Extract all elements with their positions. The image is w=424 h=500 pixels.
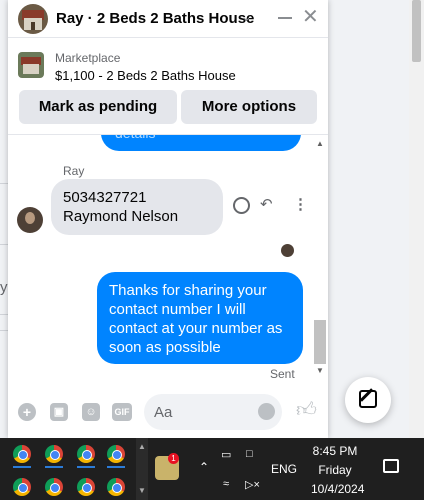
thread-scrollbar[interactable]: ▲ ▼	[314, 135, 326, 380]
composer: + ▣ ☺ GIF Aa 👍︎	[8, 390, 328, 438]
listing-item[interactable]: $1,100 - 2 Beds 2 Baths House	[55, 68, 236, 83]
background-page-left: y	[0, 0, 8, 438]
gif-icon[interactable]: GIF	[112, 403, 132, 421]
divider	[0, 314, 8, 315]
chevron-down-icon[interactable]: ⌄	[241, 9, 252, 25]
listing-label: Marketplace	[55, 51, 121, 65]
message-input-placeholder: Aa	[154, 404, 173, 421]
listing-avatar[interactable]	[18, 4, 48, 34]
active-indicator	[13, 466, 31, 468]
listing-panel: Marketplace $1,100 - 2 Beds 2 Baths Hous…	[8, 38, 328, 135]
taskbar-scrollbar[interactable]: ▲ ▼	[136, 438, 148, 500]
background-text-fragment: y	[0, 279, 8, 296]
scroll-down-icon[interactable]: ▼	[138, 486, 146, 495]
taskbar: ▲ ▼ 1 ⌃ ▭ □ ≈ ▷× ENG 8:45 PM Friday 10/4…	[0, 438, 424, 500]
reply-icon[interactable]: ↶	[260, 195, 273, 213]
chrome-icon[interactable]	[107, 445, 125, 463]
chrome-icon[interactable]	[13, 478, 31, 496]
minimize-icon[interactable]	[278, 17, 292, 19]
photo-icon[interactable]: ▣	[50, 403, 68, 421]
mark-as-pending-button[interactable]: Mark as pending	[19, 90, 177, 124]
listing-thumbnail[interactable]	[18, 52, 44, 78]
language-indicator[interactable]: ENG	[271, 462, 297, 476]
thumbs-up-icon[interactable]: 👍︎	[296, 398, 317, 422]
chrome-icon[interactable]	[77, 445, 95, 463]
active-indicator	[45, 466, 63, 468]
divider	[0, 330, 8, 331]
previous-message-bubble: details	[101, 135, 301, 151]
chrome-icon[interactable]	[77, 478, 95, 496]
clock-date[interactable]: 10/4/2024	[311, 482, 364, 496]
scroll-up-icon[interactable]: ▲	[316, 139, 324, 148]
sender-avatar[interactable]	[17, 207, 43, 233]
plus-icon[interactable]: +	[18, 403, 36, 421]
chrome-icon[interactable]	[45, 445, 63, 463]
emoji-icon[interactable]	[258, 403, 275, 420]
chat-title[interactable]: Ray · 2 Beds 2 Baths House	[56, 10, 254, 27]
message-status: Sent	[270, 367, 295, 381]
previous-message-text: details	[115, 135, 155, 141]
clock-time[interactable]: 8:45 PM	[311, 444, 359, 458]
thread-scrollbar-thumb[interactable]	[314, 320, 326, 364]
more-options-button[interactable]: More options	[181, 90, 317, 124]
scroll-up-icon[interactable]: ▲	[138, 442, 146, 451]
page-scrollbar[interactable]	[409, 0, 424, 438]
incoming-message[interactable]: 5034327721 Raymond Nelson	[51, 179, 223, 235]
clock-day[interactable]: Friday	[311, 463, 359, 477]
sender-name: Ray	[63, 164, 85, 178]
new-message-button[interactable]	[345, 377, 391, 423]
chrome-icon[interactable]	[107, 478, 125, 496]
chrome-icon[interactable]	[13, 445, 31, 463]
battery-icon[interactable]: ▭	[221, 448, 231, 461]
divider	[0, 244, 8, 245]
message-input[interactable]: Aa	[144, 394, 282, 430]
notifications-icon[interactable]	[383, 459, 399, 473]
active-indicator	[77, 466, 95, 468]
chat-window: Ray · 2 Beds 2 Baths House ⌄ ✕ Marketpla…	[8, 0, 328, 438]
react-emoji-icon[interactable]	[233, 197, 250, 214]
divider	[0, 183, 8, 184]
close-icon[interactable]: ✕	[302, 6, 319, 28]
chrome-icon[interactable]	[45, 478, 63, 496]
chat-header: Ray · 2 Beds 2 Baths House ⌄ ✕	[8, 0, 328, 38]
wifi-icon[interactable]: ≈	[223, 478, 229, 490]
chevron-up-icon[interactable]: ⌃	[199, 460, 209, 474]
avatar-face	[25, 212, 35, 224]
volume-muted-icon[interactable]: ▷×	[245, 478, 260, 491]
house-body	[23, 64, 39, 74]
more-actions-icon[interactable]: ⋮	[293, 195, 308, 213]
page-scrollbar-thumb[interactable]	[412, 0, 421, 62]
meet-icon[interactable]: □	[246, 448, 253, 460]
message-thread: details Ray 5034327721 Raymond Nelson ↶ …	[8, 135, 328, 390]
house-door	[31, 22, 35, 30]
active-indicator	[107, 466, 125, 468]
notification-badge: 1	[168, 453, 179, 464]
sticker-icon[interactable]: ☺	[82, 403, 100, 421]
scroll-down-icon[interactable]: ▼	[316, 366, 324, 375]
seen-avatar	[281, 244, 294, 257]
outgoing-message[interactable]: Thanks for sharing your contact number I…	[97, 272, 303, 364]
